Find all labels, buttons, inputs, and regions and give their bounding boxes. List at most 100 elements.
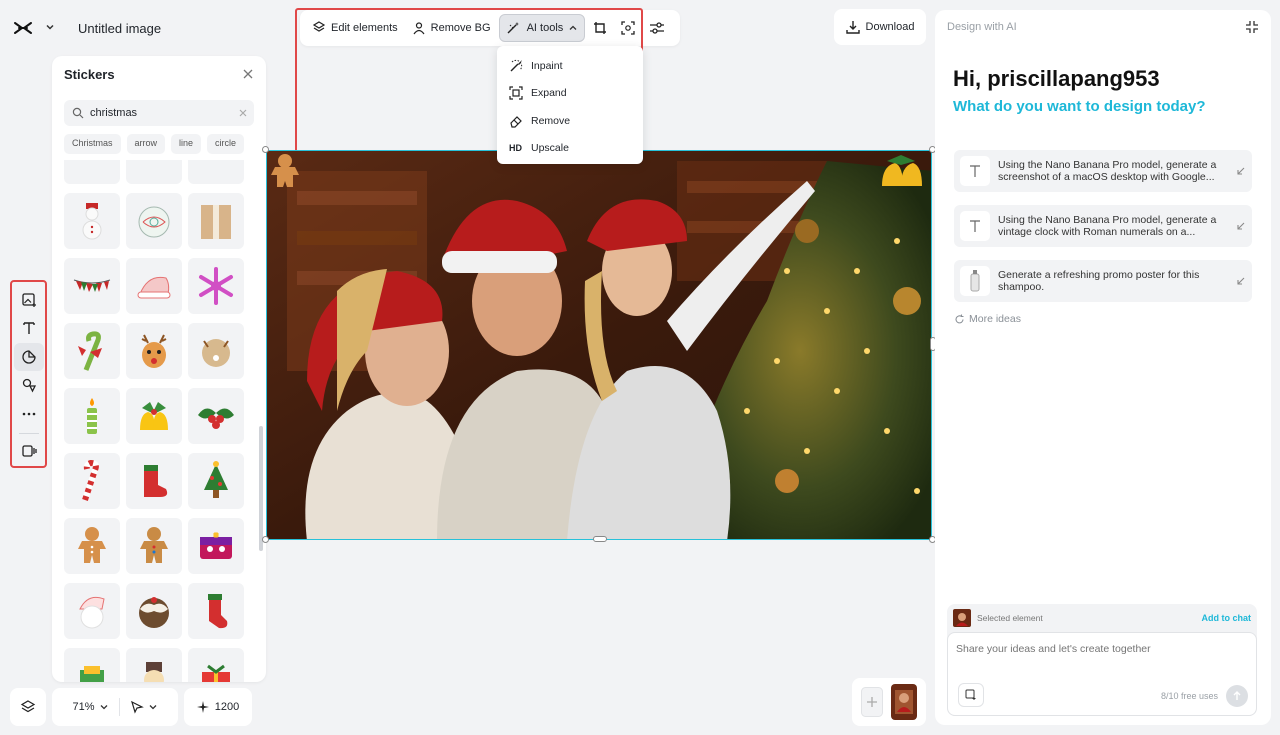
add-to-chat-link[interactable]: Add to chat	[1202, 613, 1252, 623]
chevron-down-icon	[149, 705, 156, 710]
sticker-item-reindeer[interactable]	[126, 323, 182, 379]
chat-composer: Selected element Add to chat 8/10 free u…	[947, 604, 1257, 716]
resize-handle-bottom-left[interactable]	[262, 536, 269, 543]
sticker-item-gingerbread-b[interactable]	[126, 518, 182, 574]
sticker-item-snowman[interactable]	[64, 193, 120, 249]
adjust-button[interactable]	[643, 14, 671, 42]
selected-element-thumbnail	[953, 609, 971, 627]
resize-handle-top-left[interactable]	[262, 146, 269, 153]
more-icon[interactable]	[14, 400, 44, 428]
page-thumbnail[interactable]	[891, 684, 917, 720]
download-button[interactable]: Download	[834, 9, 926, 45]
crop-button[interactable]	[587, 14, 613, 42]
sticker-item-holly[interactable]	[188, 388, 244, 444]
close-icon[interactable]	[242, 68, 254, 80]
chat-input[interactable]	[956, 643, 1246, 663]
resize-handle-bottom[interactable]	[593, 536, 607, 542]
sliders-icon	[650, 22, 665, 34]
ai-tools-button[interactable]: AI tools	[498, 14, 586, 42]
sticker-item-candy-cane-bow[interactable]	[64, 323, 120, 379]
sticker-item-snowman-hat[interactable]	[126, 648, 182, 682]
layers-icon	[312, 21, 326, 32]
chevron-down-icon[interactable]	[44, 21, 58, 35]
edit-elements-button[interactable]: Edit elements	[306, 14, 404, 42]
remove-label: Remove	[531, 114, 571, 127]
canvas-size-button[interactable]: 1200	[184, 688, 252, 726]
collapse-icon[interactable]	[1245, 20, 1259, 34]
sticker-item-stocking[interactable]	[188, 583, 244, 639]
sticker-item-reindeer-back[interactable]	[188, 323, 244, 379]
sticker-item-santa-hat[interactable]	[126, 258, 182, 314]
sticker-item-gingerbread-a[interactable]	[64, 518, 120, 574]
menu-item-expand[interactable]: Expand	[505, 80, 635, 108]
rail-divider	[18, 432, 39, 434]
more-ideas-link[interactable]: More ideas	[954, 313, 1021, 325]
idea-card-2[interactable]: Using the Nano Banana Pro model, generat…	[954, 205, 1252, 247]
ai-tools-label: AI tools	[526, 22, 564, 34]
text-icon[interactable]	[14, 315, 44, 343]
video-icon[interactable]	[14, 437, 44, 465]
sticker-item-elf-top[interactable]	[188, 160, 244, 184]
upscale-label: Upscale	[531, 142, 569, 155]
attach-image-button[interactable]	[958, 683, 984, 707]
document-title[interactable]: Untitled image	[78, 21, 161, 36]
capcut-logo-icon[interactable]	[8, 13, 38, 43]
sparkle-icon	[196, 701, 209, 713]
search-icon	[72, 107, 84, 119]
remove-bg-button[interactable]: Remove BG	[406, 14, 497, 42]
sticker-item-candy-cane[interactable]	[64, 453, 120, 509]
free-uses-counter: 8/10 free uses	[1160, 691, 1218, 701]
shapes-icon[interactable]	[14, 372, 44, 400]
chip-christmas[interactable]: Christmas	[64, 134, 121, 154]
menu-item-remove[interactable]: Remove	[505, 107, 635, 135]
greeting: Hi, priscillapang953	[953, 66, 1160, 91]
zoom-divider	[118, 698, 120, 716]
sticker-item-pudding[interactable]	[126, 583, 182, 639]
sticker-scrollbar[interactable]	[259, 426, 263, 551]
expand-icon	[509, 86, 523, 100]
canvas-image[interactable]	[266, 150, 932, 540]
sticker-item-ornament-swirl[interactable]	[126, 193, 182, 249]
sticker-item-bauble-top[interactable]	[64, 160, 120, 184]
sticker-item-bells-holly[interactable]	[126, 388, 182, 444]
zoom-level-dropdown[interactable]: 71%	[72, 701, 108, 713]
brush-icon	[510, 59, 523, 72]
sticker-item-gift-bag[interactable]	[188, 193, 244, 249]
eraser-icon	[510, 115, 522, 128]
search-input[interactable]	[90, 107, 232, 119]
clear-search-icon[interactable]	[238, 108, 248, 118]
chip-arrow[interactable]: arrow	[126, 134, 166, 154]
chip-circle[interactable]: circle	[207, 134, 245, 154]
sticker-item-tree[interactable]	[188, 453, 244, 509]
sticker-item-bunting[interactable]	[64, 258, 120, 314]
idea-card-1[interactable]: Using the Nano Banana Pro model, generat…	[954, 150, 1252, 192]
add-image-icon[interactable]	[14, 286, 44, 314]
left-tool-rail	[10, 280, 47, 468]
shampoo-thumbnail	[960, 266, 990, 296]
sticker-item-gift-tag[interactable]	[64, 648, 120, 682]
sticker-item-present-stack[interactable]	[188, 648, 244, 682]
stickers-icon[interactable]	[13, 343, 44, 371]
menu-item-upscale[interactable]: HD Upscale	[505, 135, 635, 163]
sticker-item-snowflake[interactable]	[188, 258, 244, 314]
add-image-icon	[965, 689, 976, 700]
layers-button[interactable]	[10, 688, 46, 726]
chip-line[interactable]: line	[171, 134, 202, 154]
idea-card-3[interactable]: Generate a refreshing promo poster for t…	[954, 260, 1252, 302]
sticker-item-santa-outline[interactable]	[64, 583, 120, 639]
sticker-item-stocking-gift[interactable]	[126, 453, 182, 509]
layers-icon	[20, 699, 36, 715]
send-button[interactable]	[1226, 685, 1248, 707]
arrow-down-left-icon	[1237, 277, 1245, 285]
menu-item-inpaint[interactable]: Inpaint	[505, 52, 635, 80]
add-page-icon[interactable]	[861, 687, 883, 717]
expand-label: Expand	[531, 87, 567, 100]
pointer-tool-dropdown[interactable]	[130, 700, 158, 714]
crop-icon	[594, 22, 607, 34]
more-ideas-label: More ideas	[969, 313, 1021, 325]
ai-select-button[interactable]	[615, 14, 641, 42]
sticker-item-cloud-top[interactable]	[126, 160, 182, 184]
idea-text-2: Using the Nano Banana Pro model, generat…	[998, 214, 1217, 238]
sticker-item-candle[interactable]	[64, 388, 120, 444]
sticker-item-gift-box-face[interactable]	[188, 518, 244, 574]
